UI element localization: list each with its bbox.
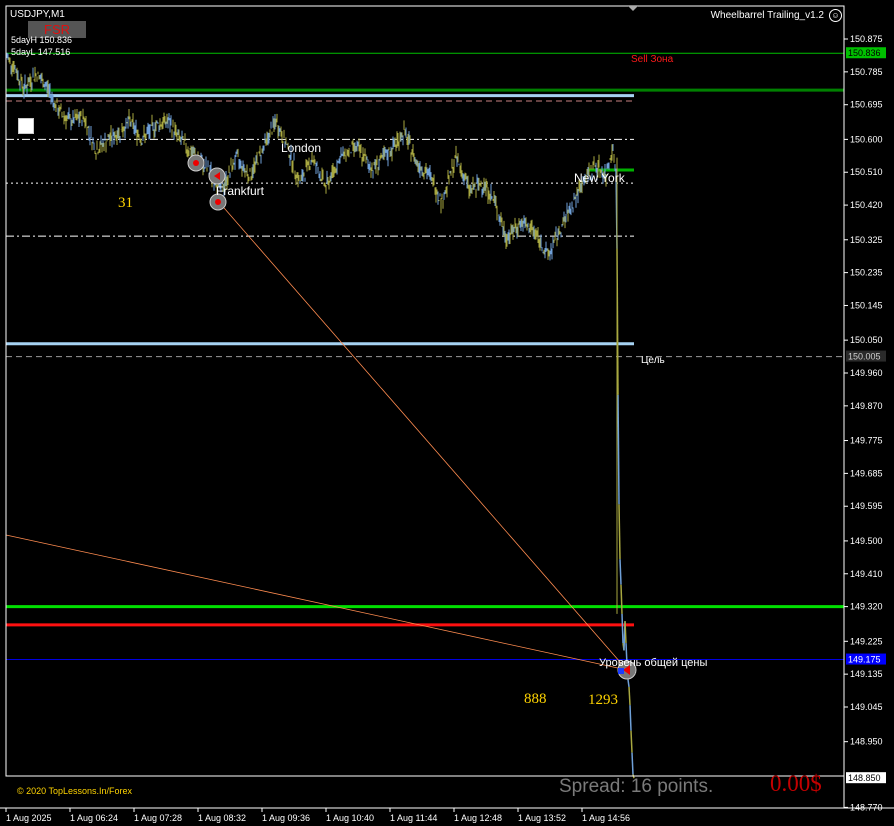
price-tick-label: 148.950 (850, 737, 883, 747)
price-bar (620, 584, 623, 614)
counter-left: 31 (118, 195, 133, 211)
time-tick-label: 1 Aug 08:32 (198, 813, 246, 823)
price-tick-label: 149.225 (850, 636, 883, 646)
time-tick-label: 1 Aug 07:28 (134, 813, 182, 823)
time-tick-label: 1 Aug 09:36 (262, 813, 310, 823)
price-tick-label: 150.695 (850, 100, 883, 110)
session-frankfurt: Frankfurt (216, 184, 265, 198)
price-tick-label: 149.775 (850, 436, 883, 446)
price-chart[interactable]: 150.875 150.785 150.695 150.600 150.510 150.4… (0, 0, 894, 826)
price-box-label: 150.836 (848, 48, 881, 58)
smiley-icon[interactable]: ☺ (829, 9, 842, 22)
price-tick-label: 149.410 (850, 569, 883, 579)
price-tick-label: 150.875 (850, 34, 883, 44)
price-tick-label: 148.770 (850, 802, 883, 812)
price-bar (627, 679, 630, 688)
price-tick-label: 149.500 (850, 536, 883, 546)
price-tick-label: 150.420 (850, 200, 883, 210)
trade-marker-1 (187, 154, 205, 172)
time-tick-label: 1 Aug 2025 (6, 813, 52, 823)
counter-mid: 888 (524, 691, 547, 707)
trade-marker-2 (208, 167, 226, 185)
price-box-label: 148.850 (848, 773, 881, 783)
toggle-checkbox[interactable] (18, 118, 34, 134)
price-bar (617, 394, 620, 505)
time-tick-label: 1 Aug 14:56 (582, 813, 630, 823)
price-tick-label: 149.595 (850, 501, 883, 511)
price-tick-label: 150.145 (850, 300, 883, 310)
price-bar (624, 621, 627, 644)
price-bar (629, 705, 632, 731)
price-tick-label: 149.135 (850, 669, 883, 679)
avg-price-label: Уровень общей цены (599, 657, 708, 669)
profit-text: 0.00$ (770, 771, 822, 796)
price-tick-label: 150.510 (850, 167, 883, 177)
expert-name[interactable]: Wheelbarrel Trailing_v1.2 (711, 10, 824, 21)
five-day-high-label: 5dayH 150.836 (11, 35, 73, 45)
price-bar (630, 730, 633, 753)
price-box-label: 150.005 (848, 352, 881, 362)
price-bar (618, 504, 621, 560)
sell-zone-label: Sell Зона (631, 54, 674, 65)
price-bar (619, 559, 622, 585)
price-tick-label: 149.960 (850, 368, 883, 378)
price-tick-label: 150.325 (850, 235, 883, 245)
session-new-york: New York (574, 171, 625, 185)
price-tick-label: 149.870 (850, 401, 883, 411)
price-tick-label: 149.685 (850, 468, 883, 478)
target-label: Цель (641, 355, 665, 366)
price-tick-label: 150.785 (850, 67, 883, 77)
time-tick-label: 1 Aug 13:52 (518, 813, 566, 823)
price-box-label: 149.175 (848, 655, 881, 665)
symbol-title: USDJPY,M1 (10, 9, 65, 20)
price-bar (628, 686, 631, 706)
price-tick-label: 150.050 (850, 335, 883, 345)
time-tick-label: 1 Aug 12:48 (454, 813, 502, 823)
session-london: London (281, 141, 322, 155)
price-bar (631, 752, 634, 775)
time-tick-label: 1 Aug 11:44 (390, 813, 437, 823)
copyright-text: © 2020 TopLessons.In/Forex (17, 786, 133, 796)
price-tick-label: 150.600 (850, 134, 883, 144)
price-tick-label: 149.045 (850, 702, 883, 712)
price-tick-label: 149.320 (850, 602, 883, 612)
price-bar (621, 613, 624, 644)
five-day-low-label: 5dayL 147.516 (11, 47, 71, 57)
counter-right: 1293 (588, 692, 618, 708)
time-tick-label: 1 Aug 10:40 (326, 813, 374, 823)
time-tick-label: 1 Aug 06:24 (70, 813, 118, 823)
price-tick-label: 150.235 (850, 268, 883, 278)
spread-text: Spread: 16 points. (559, 776, 714, 797)
